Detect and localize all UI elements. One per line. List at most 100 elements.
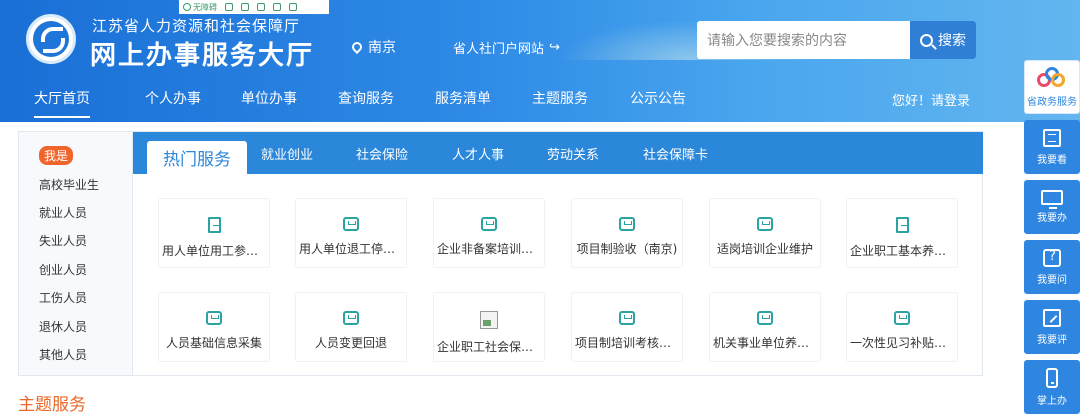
service-label: 项目制培训考核信…: [575, 336, 679, 350]
nav-notices[interactable]: 公示公告: [630, 88, 686, 108]
tab-labor-relations[interactable]: 劳动关系: [547, 144, 599, 163]
service-card[interactable]: 用人单位用工参保…: [158, 198, 270, 268]
tab-talent[interactable]: 人才人事: [452, 144, 504, 163]
service-label: 一次性见习补贴申…: [850, 336, 954, 350]
service-label: 企业职工社会保险…: [437, 340, 541, 354]
sidebar-item-employed[interactable]: 就业人员: [39, 204, 87, 221]
book-icon: [1043, 128, 1061, 147]
mobile-phone-icon: [1046, 367, 1058, 388]
service-card[interactable]: 人员基础信息采集: [158, 292, 270, 362]
float-label: 掌上办: [1037, 395, 1067, 407]
service-card[interactable]: 机关事业单位养老…: [709, 292, 821, 362]
service-label: 用人单位用工参保…: [162, 244, 266, 258]
location-selector[interactable]: 南京: [349, 37, 396, 57]
header: 无障碍 江苏省人力资源和社会保障厅 网上办事服务大厅 南京 省人社门户网站 ↪ …: [0, 0, 1080, 122]
service-card[interactable]: 企业职工社会保险…: [433, 292, 545, 362]
sidebar-item-unemployed[interactable]: 失业人员: [39, 232, 87, 249]
want-to-handle-button[interactable]: 我要办: [1024, 180, 1080, 234]
print-icon[interactable]: [257, 3, 265, 11]
tab-social-insurance[interactable]: 社会保险: [356, 144, 408, 163]
accessibility-icon: [183, 3, 191, 11]
portal-link-label: 省人社门户网站: [453, 42, 545, 57]
settings-icon[interactable]: [289, 3, 297, 11]
float-label: 省政务服务: [1027, 96, 1077, 108]
inbox-icon: [619, 217, 635, 231]
inbox-icon: [343, 311, 359, 325]
location-label: 南京: [368, 40, 396, 56]
broken-image-icon: [480, 311, 498, 329]
service-card[interactable]: 企业非备案培训补…: [433, 198, 545, 268]
inbox-icon: [894, 311, 910, 325]
portal-link[interactable]: 省人社门户网站 ↪: [453, 38, 560, 57]
accessibility-button[interactable]: 无障碍: [183, 2, 217, 13]
logo-emblem-icon: [33, 21, 69, 57]
site-logo[interactable]: [26, 14, 76, 64]
nav-unit[interactable]: 单位办事: [241, 88, 297, 108]
service-card[interactable]: 用人单位退工停保…: [295, 198, 407, 268]
float-label: 我要看: [1037, 154, 1067, 166]
tab-employment[interactable]: 就业创业: [261, 144, 313, 163]
service-label: 机关事业单位养老…: [713, 336, 817, 350]
service-label: 企业非备案培训补…: [437, 242, 541, 256]
question-icon: [1043, 248, 1061, 267]
main-nav: 大厅首页 个人办事 单位办事 查询服务 服务清单 主题服务 公示公告 您好！请登…: [0, 82, 1080, 122]
service-card[interactable]: 人员变更回退: [295, 292, 407, 362]
sidebar-item-entrepreneurs[interactable]: 创业人员: [39, 261, 87, 278]
float-label: 我要评: [1037, 334, 1067, 346]
pencil-icon: [1043, 308, 1061, 327]
tab-hot-services[interactable]: 热门服务: [147, 141, 247, 174]
service-card[interactable]: 一次性见习补贴申…: [846, 292, 958, 362]
speaker-icon[interactable]: [225, 3, 233, 11]
hall-name: 网上办事服务大厅: [90, 41, 315, 71]
search-button[interactable]: 搜索: [910, 21, 976, 59]
provincial-gov-service-button[interactable]: 省政务服务: [1024, 60, 1080, 114]
service-card[interactable]: 项目制培训考核信…: [571, 292, 683, 362]
tab-social-security-card[interactable]: 社会保障卡: [643, 144, 708, 163]
org-name: 江苏省人力资源和社会保障厅: [92, 17, 301, 35]
service-label: 适岗培训企业维护: [716, 242, 813, 256]
inbox-icon: [343, 217, 359, 231]
monitor-icon: [1041, 190, 1063, 209]
location-pin-icon: [349, 39, 365, 55]
sidebar-item-others[interactable]: 其他人员: [39, 346, 87, 363]
search-input[interactable]: [697, 21, 910, 59]
nav-query[interactable]: 查询服务: [338, 88, 394, 108]
service-label: 企业职工基本养老…: [850, 244, 954, 258]
document-icon: [207, 217, 221, 233]
want-to-review-button[interactable]: 我要评: [1024, 300, 1080, 354]
search-icon: [920, 33, 933, 47]
float-label: 我要问: [1037, 274, 1067, 286]
nav-personal[interactable]: 个人办事: [145, 88, 201, 108]
service-card[interactable]: 适岗培训企业维护: [709, 198, 821, 268]
login-link[interactable]: 您好！请登录: [892, 90, 970, 109]
want-to-read-button[interactable]: 我要看: [1024, 120, 1080, 174]
search-button-label: 搜索: [938, 33, 966, 49]
nav-themes[interactable]: 主题服务: [532, 88, 588, 108]
want-to-ask-button[interactable]: 我要问: [1024, 240, 1080, 294]
float-label: 我要办: [1037, 213, 1067, 224]
inbox-icon: [481, 217, 497, 231]
nav-home[interactable]: 大厅首页: [34, 88, 90, 118]
service-card[interactable]: 企业职工基本养老…: [846, 198, 958, 268]
search-box: 搜索: [697, 21, 976, 59]
fullscreen-icon[interactable]: [241, 3, 249, 11]
mobile-service-button[interactable]: 掌上办: [1024, 360, 1080, 414]
section-title-themes: 主题服务: [18, 395, 86, 415]
share-icon: ↪: [549, 40, 560, 55]
person-type-sidebar: 我是 高校毕业生 就业人员 失业人员 创业人员 工伤人员 退休人员 其他人员: [19, 132, 133, 375]
sidebar-item-graduates[interactable]: 高校毕业生: [39, 176, 99, 193]
service-card[interactable]: 项目制验收（南京): [571, 198, 683, 268]
service-label: 用人单位退工停保…: [299, 242, 403, 256]
service-label: 项目制验收（南京): [576, 242, 678, 256]
inbox-icon: [757, 311, 773, 325]
service-label: 人员基础信息采集: [165, 336, 262, 350]
nav-service-list[interactable]: 服务清单: [435, 88, 491, 108]
inbox-icon: [206, 311, 222, 325]
edit-icon[interactable]: [273, 3, 281, 11]
accessibility-toolbar: 无障碍: [179, 0, 329, 14]
service-label: 人员变更回退: [314, 336, 387, 350]
sidebar-item-injured[interactable]: 工伤人员: [39, 289, 87, 306]
sidebar-item-retired[interactable]: 退休人员: [39, 318, 87, 335]
me-badge: 我是: [39, 146, 74, 165]
document-icon: [895, 217, 909, 233]
